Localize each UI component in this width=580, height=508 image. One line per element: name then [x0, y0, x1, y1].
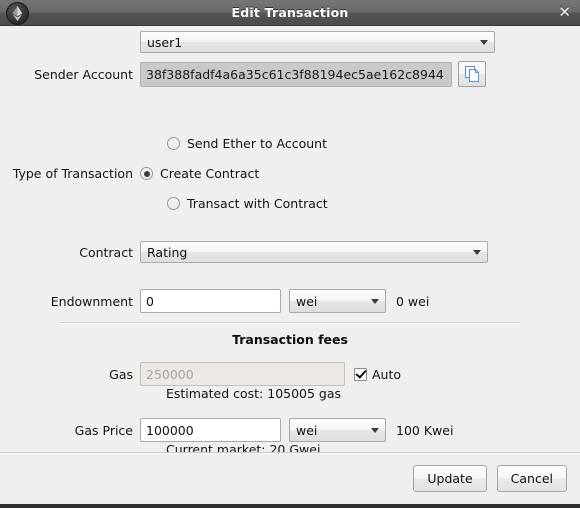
- gas-price-value: 100000: [146, 422, 194, 438]
- edit-transaction-window: Edit Transaction ✕ user1 Sender Account …: [0, 0, 580, 508]
- gas-row: Gas 250000 Auto: [0, 362, 540, 386]
- gas-price-converted: 100 Kwei: [396, 422, 454, 438]
- endowment-value: 0: [146, 293, 154, 309]
- radio-label: Transact with Contract: [187, 196, 328, 211]
- sender-account-label: Sender Account: [34, 66, 133, 82]
- cancel-button[interactable]: Cancel: [496, 465, 567, 492]
- checkbox-indicator[interactable]: [354, 367, 367, 381]
- sender-account-address-row: Sender Account 38f388fadf4a6a35c61c3f881…: [0, 61, 560, 87]
- radio-transact-with-contract[interactable]: Transact with Contract: [167, 196, 328, 211]
- radio-indicator[interactable]: [167, 137, 180, 150]
- radio-create-contract[interactable]: Create Contract: [140, 166, 259, 181]
- gas-estimate-text: Estimated cost: 105005 gas: [166, 386, 342, 401]
- endowment-unit-select[interactable]: wei: [289, 289, 386, 313]
- ethereum-diamond-icon: [6, 2, 29, 25]
- dialog-footer: Update Cancel: [0, 452, 580, 504]
- radio-label: Send Ether to Account: [187, 136, 327, 151]
- radio-indicator[interactable]: [167, 197, 180, 210]
- gas-price-row: Gas Price 100000 wei 100 Kwei: [0, 418, 540, 442]
- radio-label: Create Contract: [160, 166, 260, 181]
- gas-price-unit-select[interactable]: wei: [289, 418, 386, 442]
- fees-separator: [60, 322, 520, 324]
- gas-price-input[interactable]: 100000: [140, 418, 281, 442]
- endowment-row: Endownment 0 wei 0 wei: [0, 289, 540, 313]
- copy-address-button[interactable]: [458, 61, 486, 87]
- sender-account-address-field[interactable]: 38f388fadf4a6a35c61c3f88194ec5ae162c8944: [140, 61, 452, 87]
- dialog-body: user1 Sender Account 38f388fadf4a6a35c61…: [0, 26, 580, 457]
- endowment-unit-value: wei: [296, 293, 318, 309]
- title-bar: Edit Transaction ✕: [0, 0, 580, 26]
- close-icon[interactable]: ✕: [558, 0, 571, 25]
- chevron-down-icon: [473, 250, 481, 255]
- sender-account-select-value: user1: [147, 34, 183, 50]
- chevron-down-icon: [371, 428, 379, 433]
- contract-row: Contract Rating: [0, 241, 520, 263]
- radio-indicator[interactable]: [140, 167, 153, 180]
- chevron-down-icon: [480, 40, 488, 45]
- transaction-type-label: Type of Transaction: [12, 166, 133, 181]
- radio-send-ether-to-account[interactable]: Send Ether to Account: [167, 136, 327, 151]
- contract-select[interactable]: Rating: [140, 241, 488, 263]
- chevron-down-icon: [371, 299, 379, 304]
- gas-input[interactable]: 250000: [140, 362, 345, 386]
- transaction-type-row: Type of Transaction Create Contract: [0, 166, 400, 181]
- copy-icon: [464, 66, 479, 82]
- endowment-input[interactable]: 0: [140, 289, 281, 313]
- gas-auto-label: Auto: [372, 366, 402, 382]
- sender-account-select[interactable]: user1: [140, 31, 495, 53]
- contract-select-value: Rating: [147, 244, 188, 260]
- contract-label: Contract: [79, 244, 133, 260]
- gas-auto-checkbox[interactable]: Auto: [354, 367, 401, 382]
- gas-placeholder: 250000: [146, 366, 194, 382]
- gas-price-unit-value: wei: [296, 422, 318, 438]
- endowment-label: Endownment: [50, 293, 133, 309]
- endowment-converted: 0 wei: [396, 293, 430, 309]
- sender-account-address-value: 38f388fadf4a6a35c61c3f88194ec5ae162c8944: [146, 66, 444, 82]
- gas-price-label: Gas Price: [74, 422, 133, 438]
- gas-label: Gas: [109, 366, 133, 382]
- update-button[interactable]: Update: [413, 465, 487, 492]
- sender-account-select-row: user1: [0, 31, 520, 53]
- window-title: Edit Transaction: [231, 5, 349, 20]
- transaction-fees-heading: Transaction fees: [232, 332, 348, 347]
